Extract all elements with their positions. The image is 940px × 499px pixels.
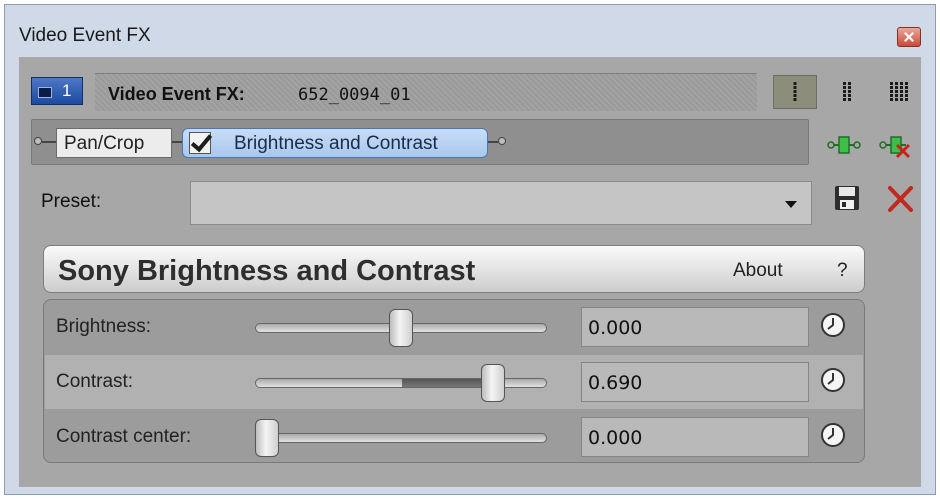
plugin-chain: Pan/Crop Brightness and Contrast xyxy=(31,119,809,165)
chain-start-node xyxy=(34,137,42,145)
plugin-brightness-contrast[interactable]: Brightness and Contrast xyxy=(182,128,488,158)
plugin-pan-crop[interactable]: Pan/Crop xyxy=(56,128,172,158)
multi-column-icon xyxy=(890,82,908,102)
save-preset-icon[interactable] xyxy=(834,185,860,211)
fx-header-label: Video Event FX: xyxy=(108,84,245,104)
param-row-contrast-center: Contrast center: 0.000 xyxy=(45,410,863,462)
contrast-value-input[interactable]: 0.690 xyxy=(581,362,809,402)
parameter-list: Brightness: 0.000 Contrast: 0.690 Contra… xyxy=(43,299,865,463)
multi-column-view-button[interactable] xyxy=(877,75,921,109)
param-row-contrast: Contrast: 0.690 xyxy=(45,355,863,409)
single-column-view-button[interactable] xyxy=(773,75,817,109)
about-link[interactable]: About xyxy=(733,260,783,282)
animate-clock-icon[interactable] xyxy=(820,312,846,338)
close-button[interactable] xyxy=(897,27,921,47)
chain-connector xyxy=(488,141,498,143)
single-column-icon xyxy=(793,82,797,102)
contrast-center-value-input[interactable]: 0.000 xyxy=(581,417,809,457)
window-title: Video Event FX xyxy=(19,25,151,46)
fx-panel: 1 Video Event FX: 652_0094_01 Pan/Crop B… xyxy=(19,57,921,487)
param-label: Brightness: xyxy=(56,316,152,337)
plugin-name: Sony Brightness and Contrast xyxy=(58,255,476,287)
chain-number-badge[interactable]: 1 xyxy=(31,77,83,105)
contrast-center-slider-track[interactable] xyxy=(255,433,547,443)
add-plugin-icon[interactable] xyxy=(827,131,861,159)
contrast-slider-thumb[interactable] xyxy=(481,364,506,402)
help-link[interactable]: ? xyxy=(837,260,848,282)
param-label: Contrast center: xyxy=(56,426,192,447)
title-bar: Video Event FX xyxy=(5,5,935,55)
remove-plugin-icon[interactable] xyxy=(879,131,913,159)
fx-header: Video Event FX: 652_0094_01 xyxy=(95,73,757,111)
preset-dropdown[interactable] xyxy=(190,181,812,225)
animate-clock-icon[interactable] xyxy=(820,422,846,448)
dropdown-arrow-icon xyxy=(785,201,797,208)
plugin-enable-checkbox[interactable] xyxy=(189,132,211,154)
event-name: 652_0094_01 xyxy=(298,85,411,105)
brightness-slider-thumb[interactable] xyxy=(389,309,413,347)
param-row-brightness: Brightness: 0.000 xyxy=(45,300,863,354)
brightness-value-input[interactable]: 0.000 xyxy=(581,307,809,347)
chain-connector xyxy=(172,141,182,143)
chain-number: 1 xyxy=(62,81,72,100)
plugin-brightness-contrast-label: Brightness and Contrast xyxy=(234,133,438,154)
delete-preset-icon[interactable] xyxy=(885,185,915,213)
plugin-title-bar: Sony Brightness and Contrast About ? xyxy=(43,245,865,293)
animate-clock-icon[interactable] xyxy=(820,367,846,393)
chain-connector xyxy=(42,141,56,143)
contrast-center-slider-thumb[interactable] xyxy=(255,419,279,457)
two-column-view-button[interactable] xyxy=(825,75,869,109)
preset-label: Preset: xyxy=(41,191,102,212)
param-label: Contrast: xyxy=(56,371,134,392)
film-icon xyxy=(38,87,52,98)
chain-end-node xyxy=(498,137,506,145)
two-column-icon xyxy=(843,82,851,102)
video-event-fx-window: Video Event FX 1 Video Event FX: 652_009… xyxy=(4,4,936,495)
